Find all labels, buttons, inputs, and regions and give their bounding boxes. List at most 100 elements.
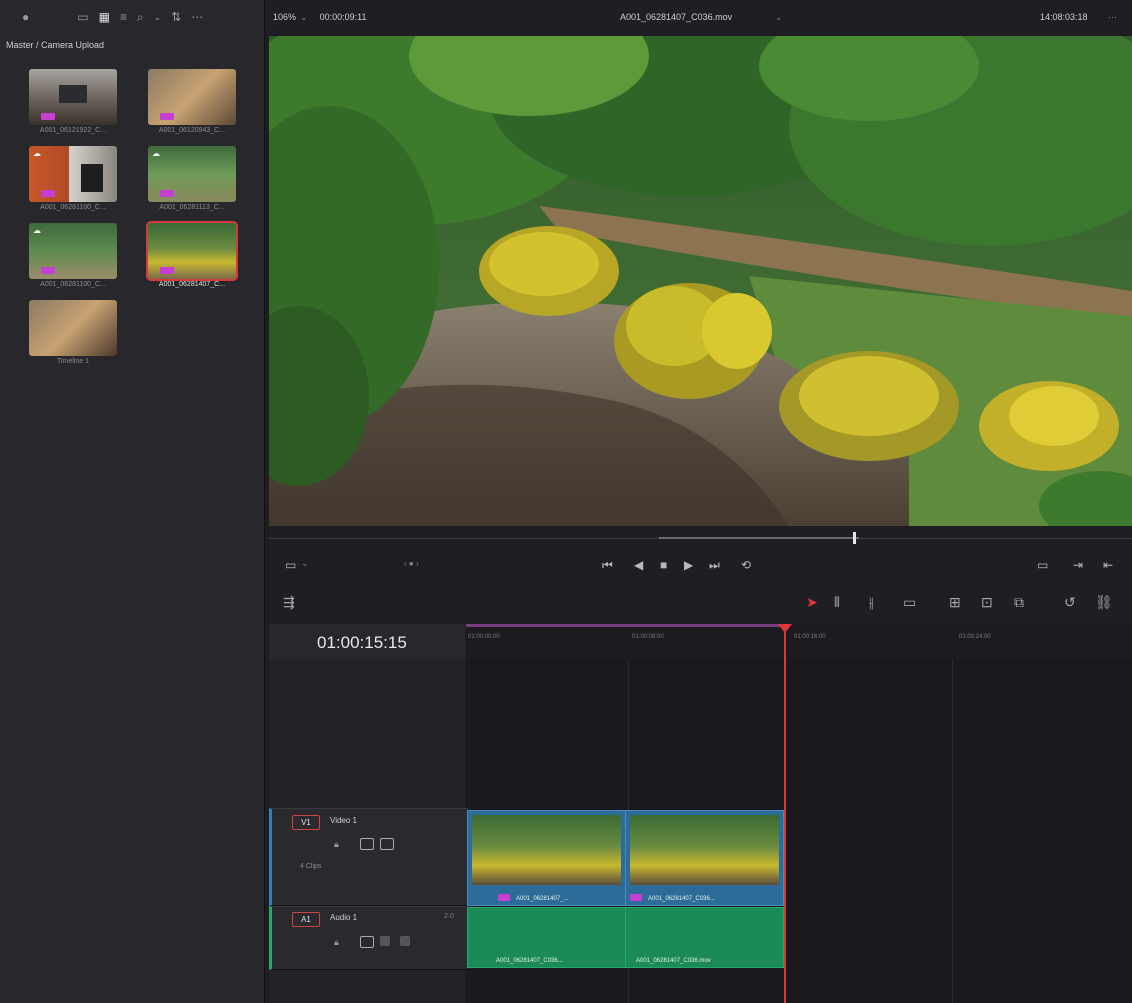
media-pool-panel: ● ▭ ▦ ≡ ⌕ ⌄ ⇅ ⋯ Master / Camera Upload A…: [0, 0, 265, 1003]
clip-type-badge: [41, 267, 55, 274]
ruler-tick: 01:00:16:00: [794, 634, 826, 640]
cloud-icon: ☁: [33, 226, 41, 235]
transport-controls: ▭ ⌄ ‹ ● › ⏮ ◀ ■ ▶ ⏭ ⟲ ▭ ⇥ ⇤: [269, 550, 1132, 582]
auto-select-icon[interactable]: [360, 838, 374, 850]
track-name: Audio 1: [330, 913, 358, 922]
jog-control-icon[interactable]: ‹ ● ›: [404, 559, 419, 568]
insert-clip-icon[interactable]: ⊞: [949, 594, 961, 611]
zoom-level[interactable]: 106%: [273, 12, 296, 22]
chevron-down-icon[interactable]: ⌄: [300, 12, 308, 23]
clip-name-title[interactable]: A001_06281407_C036.mov: [620, 12, 732, 22]
clip-thumbnail[interactable]: ☁: [148, 146, 236, 202]
clip-count: 4 Clips: [300, 863, 322, 870]
channel-format: 2.0: [444, 913, 454, 920]
clip-label: A001_06120943_C...: [158, 127, 226, 134]
clip-type-badge: [160, 190, 174, 197]
source-timecode: 00:00:09:11: [319, 12, 367, 22]
chevron-down-icon[interactable]: ⌄: [775, 12, 783, 23]
audio-track-header[interactable]: A1 Audio 1 2.0 🔒︎: [269, 906, 468, 970]
lock-icon[interactable]: 🔒︎: [334, 839, 339, 850]
track-tag[interactable]: A1: [292, 912, 320, 927]
auto-select-icon[interactable]: [360, 936, 374, 948]
clip-name: A001_06281407_C036.mov: [636, 958, 711, 964]
play-icon[interactable]: ▶: [684, 558, 693, 572]
scrub-range: [659, 537, 859, 539]
disable-track-icon[interactable]: [380, 838, 394, 850]
scrub-playhead[interactable]: [853, 532, 856, 544]
video-track-header[interactable]: V1 Video 1 🔒︎ 4 Clips: [269, 808, 468, 906]
mute-icon[interactable]: [400, 936, 410, 946]
clip-type-badge: [160, 113, 174, 120]
clip-type-badge: [41, 190, 55, 197]
clip-label: A001_06121922_C...: [39, 127, 107, 134]
timeline-ruler[interactable]: 01:00:00:00 01:00:08:00 01:00:16:00 01:0…: [466, 624, 1132, 660]
media-pool-toolbar: ● ▭ ▦ ≡ ⌕ ⌄ ⇅ ⋯: [0, 0, 264, 34]
selection-tool-icon[interactable]: ➤: [806, 594, 818, 611]
play-reverse-icon[interactable]: ◀: [634, 558, 643, 572]
timeline-timecode[interactable]: 01:00:15:15: [317, 633, 407, 653]
clip-thumbnail-selected[interactable]: [146, 221, 238, 281]
dynamic-trim-icon[interactable]: ▭: [903, 594, 916, 611]
sort-icon[interactable]: ⇅: [171, 10, 181, 24]
clip-thumbnail[interactable]: ☁: [29, 146, 117, 202]
viewer-mode-icon[interactable]: ▭: [285, 558, 296, 572]
linked-selection-icon[interactable]: ⛓: [1095, 594, 1113, 611]
skip-to-start-icon[interactable]: ⏮: [602, 558, 613, 573]
lock-icon[interactable]: 🔒︎: [334, 937, 339, 948]
bin-breadcrumb: Master / Camera Upload: [6, 40, 105, 50]
cloud-icon: ☁: [33, 149, 41, 158]
clip-type-badge: [160, 267, 174, 274]
timeline-thumbnail[interactable]: [29, 300, 117, 356]
stop-icon[interactable]: ■: [660, 558, 667, 572]
track-tag[interactable]: V1: [292, 815, 320, 830]
scrubber-bar[interactable]: [269, 528, 1132, 550]
in-out-range: [466, 624, 784, 627]
timeline-label: Timeline 1: [56, 358, 90, 365]
clip-thumbnail[interactable]: [29, 69, 117, 125]
mark-in-icon[interactable]: ⇥: [1073, 558, 1083, 572]
timeline-timecode-box: 01:00:15:15: [269, 624, 465, 660]
clip-name: A001_06281407_C036...: [648, 896, 715, 902]
video-clip[interactable]: A001_06281407_C036...: [625, 810, 784, 906]
clip-thumbnail[interactable]: ☁: [29, 223, 117, 279]
clip-name: A001_06281407_...: [516, 896, 569, 902]
audio-clip[interactable]: A001_06281407_C036...: [467, 907, 626, 968]
list-view-icon[interactable]: ≡: [120, 10, 127, 24]
video-clip[interactable]: A001_06281407_...: [467, 810, 626, 906]
snapping-icon[interactable]: ↺: [1064, 594, 1076, 611]
more-icon[interactable]: ⋯: [1108, 12, 1117, 23]
search-icon[interactable]: ⌕: [137, 10, 144, 25]
in-out-icon[interactable]: ▭: [1037, 558, 1048, 572]
chevron-down-icon[interactable]: ⌄: [301, 558, 309, 569]
trim-tool-icon[interactable]: ⫴: [834, 594, 840, 611]
clip-type-badge: [630, 894, 642, 901]
clip-label: A001_06281407_C...: [158, 281, 226, 288]
solo-icon[interactable]: [380, 936, 390, 946]
replace-clip-icon[interactable]: ⧉: [1014, 594, 1024, 611]
dot-menu-icon[interactable]: ●: [22, 10, 29, 24]
clip-type-badge: [498, 894, 510, 901]
timeline-options-icon[interactable]: ⇶: [283, 594, 295, 611]
clip-label: A001_06281100_C...: [40, 204, 106, 211]
ruler-tick: 01:00:24:00: [959, 634, 991, 640]
video-frame-image: [269, 36, 1132, 526]
loop-icon[interactable]: ⟲: [741, 558, 751, 572]
ruler-tick: 01:00:08:00: [632, 634, 664, 640]
metadata-view-icon[interactable]: ▭: [77, 10, 88, 24]
viewer-header: 106% ⌄ 00:00:09:11 A001_06281407_C036.mo…: [265, 0, 1132, 34]
timeline-toolbar: ⇶ ➤ ⫴ ⫲ ▭ ⊞ ⊡ ⧉ ↺ ⛓: [269, 582, 1132, 624]
record-timecode: 14:08:03:18: [1040, 12, 1088, 22]
overwrite-clip-icon[interactable]: ⊡: [981, 594, 993, 611]
more-icon[interactable]: ⋯: [191, 10, 203, 24]
mark-out-icon[interactable]: ⇤: [1103, 558, 1113, 572]
clip-name: A001_06281407_C036...: [496, 958, 563, 964]
thumbnail-view-icon[interactable]: ▦: [99, 10, 110, 24]
audio-clip[interactable]: A001_06281407_C036.mov: [625, 907, 784, 968]
skip-to-end-icon[interactable]: ⏭: [709, 558, 720, 573]
clip-thumbnail[interactable]: [148, 69, 236, 125]
chevron-down-icon[interactable]: ⌄: [154, 12, 162, 23]
blade-tool-icon[interactable]: ⫲: [869, 594, 874, 611]
timeline-playhead[interactable]: [784, 632, 786, 1003]
video-preview[interactable]: [269, 36, 1132, 526]
clip-type-badge: [41, 113, 55, 120]
